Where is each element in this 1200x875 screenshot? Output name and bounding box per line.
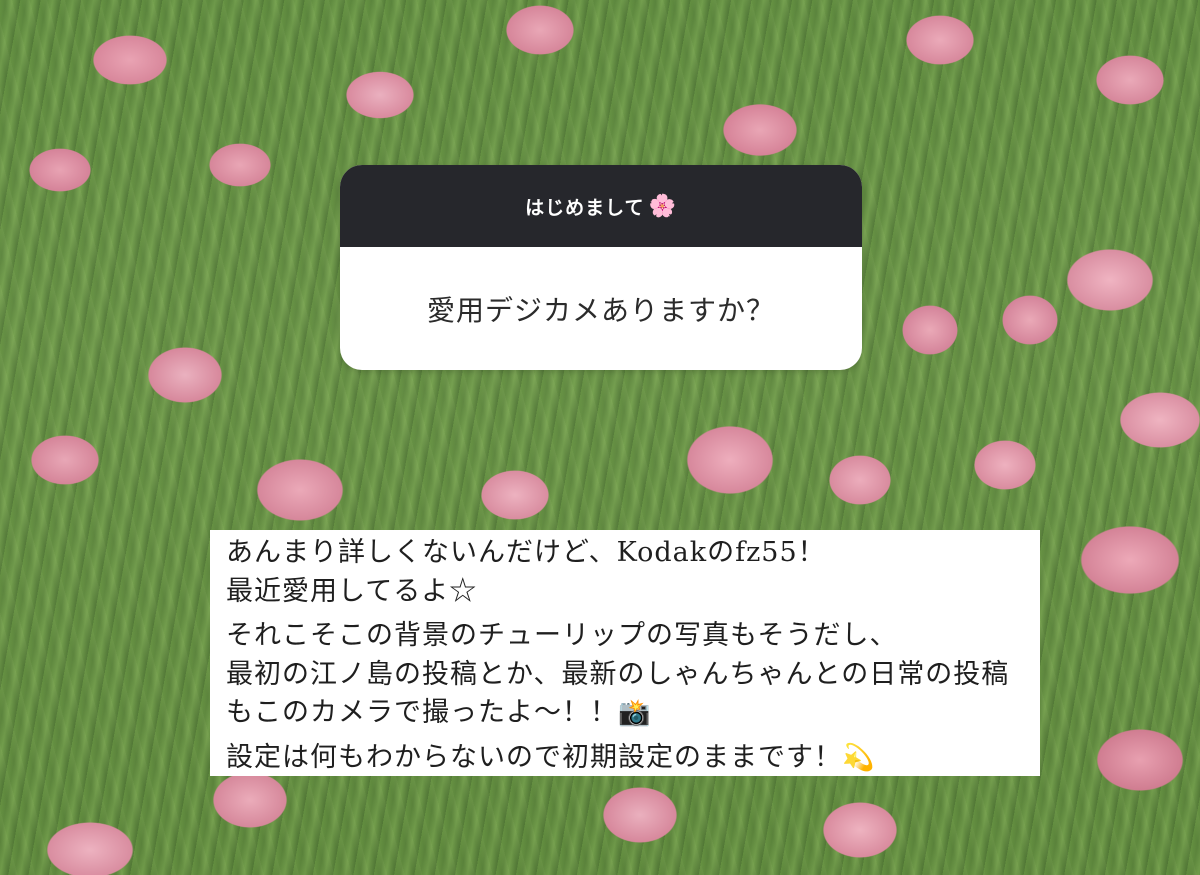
- answer-line-1: あんまり詳しくないんだけど、Kodakのfz55！: [226, 537, 826, 568]
- answer-line-4: 最初の江ノ島の投稿とか、最新のしゃんちゃんとの日常の投稿: [226, 658, 1010, 690]
- answer-text-box: あんまり詳しくないんだけど、Kodakのfz55！ 最近愛用してるよ☆ それこそ…: [210, 530, 1040, 776]
- dizzy-sparkle-icon: 💫: [842, 742, 876, 773]
- answer-line-3: それこそこの背景のチューリップの写真もそうだし、: [226, 620, 898, 651]
- answer-line-5: もこのカメラで撮ったよ〜！！: [226, 697, 618, 728]
- question-text: 愛用デジカメありますか？: [426, 293, 775, 327]
- question-header-text: はじめまして: [525, 196, 645, 219]
- answer-line-6: 設定は何もわからないので初期設定のままです！: [226, 741, 842, 773]
- cherry-blossom-icon: 🌸: [648, 193, 677, 219]
- camera-flash-icon: 📸: [618, 698, 652, 728]
- answer-line-6-wrap: 設定は何もわからないので初期設定のままです！💫: [226, 739, 1026, 778]
- answer-line-2: 最近愛用してるよ☆: [226, 575, 478, 607]
- answer-line-5-wrap: もこのカメラで撮ったよ〜！！📸: [226, 694, 1026, 733]
- question-header: はじめまして 🌸: [340, 165, 862, 247]
- question-sticker: はじめまして 🌸 愛用デジカメありますか？: [340, 165, 862, 370]
